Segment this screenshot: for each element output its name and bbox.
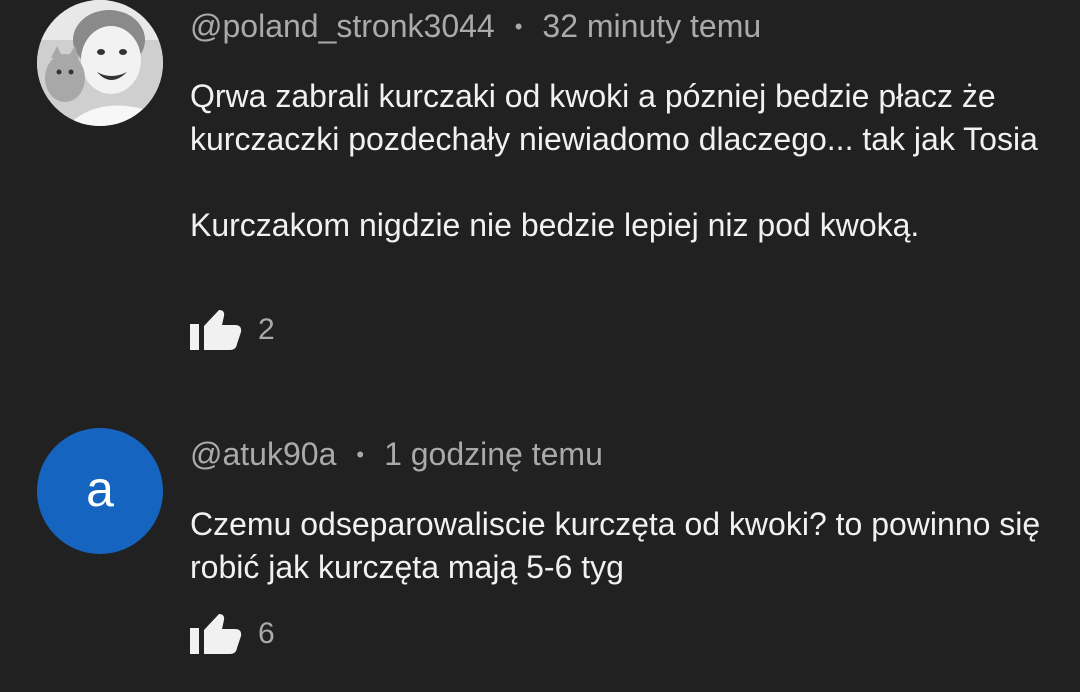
comment-paragraph: Czemu odseparowaliscie kurczęta od kwoki…	[190, 506, 1041, 585]
avatar[interactable]	[37, 0, 163, 126]
comment-timestamp[interactable]: 32 minuty temu	[542, 8, 761, 45]
like-button[interactable]	[190, 310, 242, 350]
comment-meta: @poland_stronk3044 • 32 minuty temu	[190, 8, 761, 45]
like-button[interactable]	[190, 614, 242, 654]
comment-actions: 6	[190, 614, 275, 654]
comment-actions: 2	[190, 310, 275, 350]
avatar-photo-icon	[37, 0, 163, 126]
comment-author[interactable]: @poland_stronk3044	[190, 8, 495, 45]
comment-text: Czemu odseparowaliscie kurczęta od kwoki…	[190, 503, 1060, 589]
comment-meta: @atuk90a • 1 godzinę temu	[190, 436, 603, 473]
like-count: 2	[258, 313, 275, 346]
meta-separator: •	[514, 13, 523, 39]
avatar-letter: a	[86, 461, 114, 517]
comment-paragraph: Qrwa zabrali kurczaki od kwoki a pózniej…	[190, 78, 1038, 157]
meta-separator: •	[356, 441, 365, 467]
thumbs-up-icon	[190, 614, 242, 654]
avatar[interactable]: a	[37, 428, 163, 554]
comment-timestamp[interactable]: 1 godzinę temu	[384, 436, 603, 473]
comment-paragraph: Kurczakom nigdzie nie bedzie lepiej niz …	[190, 207, 920, 243]
like-count: 6	[258, 617, 275, 650]
comment-text: Qrwa zabrali kurczaki od kwoki a pózniej…	[190, 75, 1060, 247]
comment-author[interactable]: @atuk90a	[190, 436, 336, 473]
thumbs-up-icon	[190, 310, 242, 350]
